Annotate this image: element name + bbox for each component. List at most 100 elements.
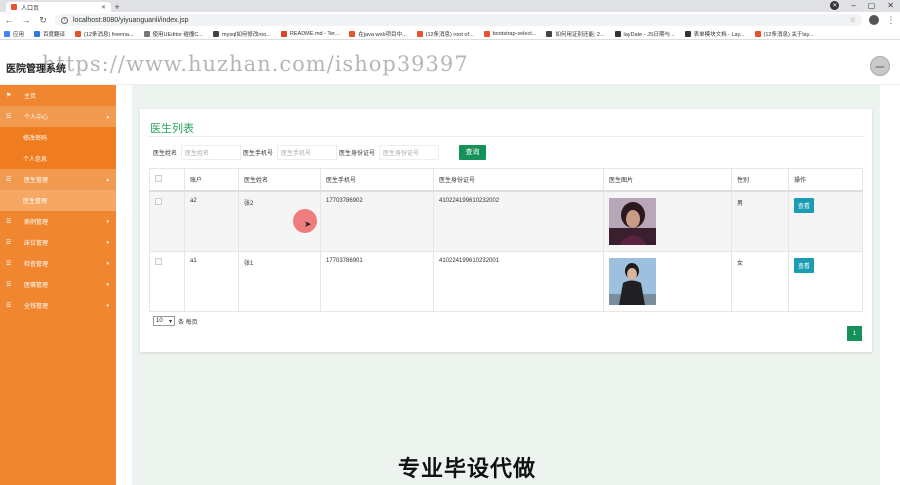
reload-icon[interactable]: ↻ xyxy=(38,15,48,26)
bookmark-item[interactable]: README.md - Ter... xyxy=(280,30,339,37)
bookmark-icon xyxy=(280,30,287,37)
app-header: 医院管理系统 https://www.huzhan.com/ishop39397… xyxy=(0,44,900,85)
sidebar-item[interactable]: ☰ 全钱管理 ▾ xyxy=(0,295,116,316)
menu-icon: ☰ xyxy=(6,261,12,267)
bookmark-label: mysql如何修改roo... xyxy=(221,31,271,38)
bookmark-item[interactable]: layDate - JS日期与... xyxy=(614,30,675,38)
close-tab-icon[interactable]: ✕ xyxy=(101,4,106,11)
idno-cell: 410224199610232001 xyxy=(433,251,604,312)
bookmark-item[interactable]: 使用UEditor 碰撞C... xyxy=(143,30,203,38)
sidebar-item[interactable]: ⚑ 主页 xyxy=(0,85,116,106)
bookmark-label: bootstrap-select... xyxy=(492,30,537,37)
address-bar: ← → ↻ i localhost:8080/yiyuanguanli/inde… xyxy=(0,12,900,28)
bookmark-item[interactable]: 在java web项目中... xyxy=(349,30,407,38)
column-header: 操作 xyxy=(788,168,863,192)
bookmark-item[interactable]: 表单模块文档 - Lay... xyxy=(684,30,745,38)
flag-icon: ⚑ xyxy=(6,93,12,99)
sidebar-subitem[interactable]: 修改密码 xyxy=(0,127,116,148)
account-cell: a2 xyxy=(184,190,239,252)
column-header: 医生姓名 xyxy=(238,168,321,192)
select-all-cell xyxy=(149,168,185,192)
page-button-current[interactable]: 1 xyxy=(847,326,862,341)
menu-icon: ☰ xyxy=(6,240,12,246)
view-button[interactable]: 查看 xyxy=(794,258,815,273)
bookmark-item[interactable]: 百度翻译 xyxy=(34,30,65,38)
sidebar-item[interactable]: ☰ 床位管理 ▾ xyxy=(0,232,116,253)
row-checkbox[interactable] xyxy=(155,198,162,205)
panel-title: 医生列表 xyxy=(150,123,194,135)
table-row: a1 张1 17703786901 410224199610232001 女 查… xyxy=(149,251,863,312)
doctor-idno-input[interactable]: 医生身份证号 xyxy=(379,144,440,160)
bookmark-icon xyxy=(754,30,761,37)
row-select-cell xyxy=(149,190,185,252)
forward-icon[interactable]: → xyxy=(21,15,31,25)
sidebar-item[interactable]: ☰ 病例管理 ▾ xyxy=(0,211,116,232)
phone-cell: 17703786901 xyxy=(320,251,434,312)
bookmark-label: (12条消息) freema... xyxy=(84,31,134,38)
sidebar-subitem[interactable]: 个人信息 xyxy=(0,148,116,169)
doctor-photo[interactable] xyxy=(609,198,656,245)
minimize-icon[interactable]: – xyxy=(851,1,855,10)
view-button[interactable]: 查看 xyxy=(794,198,815,213)
user-avatar[interactable]: doub xyxy=(870,56,890,76)
sidebar-item-label: 床位管理 xyxy=(24,241,49,247)
bookmark-icon xyxy=(212,30,219,37)
sidebar-item[interactable]: ☰ 个人中心 ▴ xyxy=(0,106,116,127)
menu-icon: ☰ xyxy=(6,114,12,120)
page-size-select[interactable]: 10 ▾ xyxy=(153,316,175,326)
sidebar-item[interactable]: ☰ 医生管理 ▴ xyxy=(0,169,116,190)
browser-tab[interactable]: 人口页 ✕ xyxy=(6,2,111,12)
chevron-up-icon: ▴ xyxy=(106,176,109,183)
back-icon[interactable]: ← xyxy=(4,15,14,25)
per-page-label: 条 每页 xyxy=(178,319,198,326)
phone-cell: 17703786902 xyxy=(320,190,434,252)
browser-menu-icon[interactable]: ⋮ xyxy=(886,15,896,26)
search-button[interactable]: 查询 xyxy=(459,144,487,160)
sidebar-item[interactable]: ☰ 检查管理 ▾ xyxy=(0,253,116,274)
row-checkbox[interactable] xyxy=(155,258,162,265)
extension-icon[interactable]: ✕ xyxy=(830,1,840,10)
sidebar-item-label: 检查管理 xyxy=(24,262,49,268)
bookmark-icon xyxy=(416,30,423,37)
bookmark-star-icon[interactable]: ☆ xyxy=(850,16,856,24)
doctor-table: 账户 医生姓名 医生手机号 医生身份证号 医生图片 性别 操作 a2 张2 17… xyxy=(149,168,863,312)
promo-overlay-text: 专业毕设代做 xyxy=(398,456,537,481)
sidebar-item-label: 医生管理 xyxy=(24,178,49,184)
menu-icon: ☰ xyxy=(6,282,12,288)
chevron-down-icon: ▾ xyxy=(106,281,109,288)
bookmark-icon xyxy=(349,30,356,37)
bookmark-label: 表单模块文档 - Lay... xyxy=(693,31,745,38)
bookmark-label: (12条消息) root of... xyxy=(425,31,474,38)
select-all-checkbox[interactable] xyxy=(155,175,162,182)
action-cell: 查看 xyxy=(788,190,863,252)
site-info-icon[interactable]: i xyxy=(61,16,68,24)
sidebar: ⚑ 主页 ☰ 个人中心 ▴ 修改密码 个人信息 ☰ 医生管理 ▴ 医生管理 ☰ 病例管理 ▾ ☰ 床位管理 ▾ ☰… xyxy=(0,85,116,485)
bookmark-label: layDate - JS日期与... xyxy=(623,31,675,38)
bookmark-icon xyxy=(4,30,10,37)
doctor-photo[interactable] xyxy=(609,258,656,305)
doctor-name-input[interactable]: 医生姓名 xyxy=(181,144,242,160)
sidebar-item[interactable]: ☰ 医嘱管理 ▾ xyxy=(0,274,116,295)
bookmark-item[interactable]: (12条消息) root of... xyxy=(416,30,474,38)
bookmark-item[interactable]: mysql如何修改roo... xyxy=(212,30,271,38)
column-header: 性别 xyxy=(731,168,789,192)
bookmark-item[interactable]: (12条消息) freema... xyxy=(75,30,134,38)
filter-label-name: 医生姓名 xyxy=(153,150,178,157)
divider xyxy=(148,136,864,137)
sidebar-item-label: 个人中心 xyxy=(24,115,49,121)
close-window-icon[interactable]: ✕ xyxy=(887,1,894,10)
url-input[interactable]: i localhost:8080/yiyuanguanli/index.jsp … xyxy=(55,14,862,26)
bookmark-item[interactable]: 应用 xyxy=(4,30,24,38)
maximize-icon[interactable]: ▢ xyxy=(868,1,876,10)
doctor-phone-input[interactable]: 医生手机号 xyxy=(277,144,338,160)
browser-account-icon[interactable] xyxy=(869,15,879,25)
page-size-value: 10 xyxy=(156,318,163,324)
chevron-down-icon: ▾ xyxy=(106,302,109,309)
bookmark-icon xyxy=(483,30,490,37)
bookmark-item[interactable]: (12条消息) 关于lay... xyxy=(754,30,814,38)
new-tab-button[interactable]: + xyxy=(111,2,123,12)
bookmark-item[interactable]: 如何用证别还能: 2... xyxy=(546,30,605,38)
bookmark-item[interactable]: bootstrap-select... xyxy=(483,30,537,37)
sidebar-subitem[interactable]: 医生管理 xyxy=(0,190,116,211)
window-controls: ✕ – ▢ ✕ xyxy=(830,1,894,10)
